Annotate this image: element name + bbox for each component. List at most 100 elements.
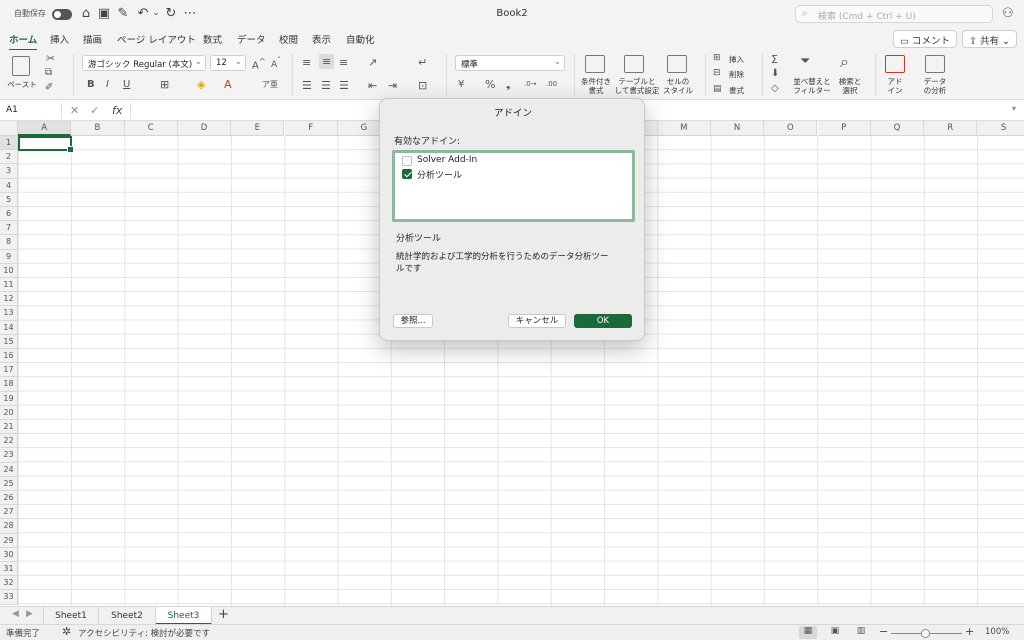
row-header[interactable]: 8 — [0, 235, 18, 250]
zoom-level[interactable]: 100% — [985, 627, 1009, 637]
row-header[interactable]: 26 — [0, 491, 18, 506]
row-header[interactable]: 7 — [0, 221, 18, 236]
page-layout-view-icon[interactable]: ▣ — [826, 626, 844, 639]
row-header[interactable]: 14 — [0, 320, 18, 335]
indent-icon[interactable]: ⇤ — [368, 79, 377, 92]
outdent-icon[interactable]: ⇥ — [388, 79, 397, 92]
search-input[interactable]: ⌕ 検索 (Cmd + Ctrl + U) — [795, 5, 993, 23]
share-button[interactable]: ⇪ 共有 ⌄ — [962, 30, 1017, 48]
column-header[interactable]: R — [924, 121, 978, 136]
row-header[interactable]: 11 — [0, 278, 18, 293]
row-header[interactable]: 12 — [0, 292, 18, 307]
clear-icon[interactable]: ◇ — [771, 83, 779, 94]
row-header[interactable]: 33 — [0, 590, 18, 605]
percent-icon[interactable]: % — [485, 78, 495, 91]
save-icon[interactable]: ▣ — [96, 6, 112, 21]
row-header[interactable]: 29 — [0, 533, 18, 548]
column-header[interactable]: P — [817, 121, 871, 136]
font-size-select[interactable]: 12 ⌄ — [210, 55, 246, 71]
table-format-icon[interactable] — [624, 55, 644, 73]
addins-icon[interactable] — [885, 55, 905, 73]
insert-cells-label[interactable]: 挿入 — [729, 55, 744, 64]
tab-page-layout[interactable]: ページ レイアウト — [117, 32, 196, 46]
autosum-icon[interactable]: Σ — [771, 53, 778, 66]
accessibility-status[interactable]: アクセシビリティ: 検討が必要です — [78, 627, 210, 639]
font-color-icon[interactable]: A — [224, 78, 232, 91]
row-header[interactable]: 27 — [0, 505, 18, 520]
align-left-icon[interactable]: ☰ — [302, 79, 312, 92]
paste-icon[interactable] — [12, 56, 30, 76]
tab-insert[interactable]: 挿入 — [50, 32, 69, 46]
column-header[interactable]: E — [231, 121, 285, 136]
sheet-tab-active[interactable]: Sheet3 — [156, 607, 212, 625]
row-header[interactable]: 10 — [0, 263, 18, 278]
align-middle-icon[interactable]: ≡ — [319, 54, 335, 69]
column-header[interactable]: D — [177, 121, 232, 136]
tab-view[interactable]: 表示 — [312, 32, 331, 46]
page-break-view-icon[interactable]: ▥ — [852, 626, 870, 639]
tab-draw[interactable]: 描画 — [83, 32, 102, 46]
zoom-in-icon[interactable]: + — [965, 625, 974, 638]
home-icon[interactable]: ⌂ — [78, 6, 94, 21]
currency-icon[interactable]: ¥ — [458, 79, 464, 90]
column-header[interactable]: O — [764, 121, 818, 136]
copy-icon[interactable]: ⧉ — [45, 67, 52, 78]
font-name-select[interactable]: 游ゴシック Regular (本文) ⌄ — [82, 55, 206, 71]
merge-icon[interactable]: ⊡ — [418, 79, 427, 92]
cancel-button[interactable]: キャンセル — [508, 314, 566, 328]
row-header[interactable]: 20 — [0, 405, 18, 420]
insert-cells-icon[interactable]: ⊞ — [713, 53, 721, 63]
accessibility-icon[interactable]: ✲ — [62, 625, 71, 638]
prev-sheet-icon[interactable]: ◀ — [12, 609, 19, 619]
format-painter-icon[interactable]: ✐ — [45, 82, 53, 93]
row-header[interactable]: 18 — [0, 377, 18, 392]
addin-checkbox-analysis-toolpak[interactable] — [402, 169, 412, 179]
name-box[interactable]: A1 — [0, 103, 62, 119]
bold-button[interactable]: B — [87, 79, 95, 90]
align-bottom-icon[interactable]: ≡ — [339, 56, 348, 69]
column-header[interactable]: N — [710, 121, 765, 136]
grow-font-icon[interactable]: A^ — [252, 56, 266, 71]
select-all-corner[interactable] — [0, 121, 18, 136]
addins-list[interactable]: Solver Add-In 分析ツール — [392, 150, 635, 222]
column-header[interactable]: A — [18, 121, 72, 136]
column-header[interactable]: C — [124, 121, 178, 136]
format-cells-icon[interactable]: ▤ — [713, 84, 722, 94]
tab-formulas[interactable]: 数式 — [203, 32, 222, 46]
row-header[interactable]: 22 — [0, 434, 18, 449]
row-header[interactable]: 30 — [0, 547, 18, 562]
row-header[interactable]: 5 — [0, 192, 18, 207]
decrease-decimal-icon[interactable]: .00 — [546, 80, 557, 88]
find-icon[interactable]: ⌕ — [840, 52, 849, 72]
row-header[interactable]: 31 — [0, 562, 18, 577]
cancel-icon[interactable]: ✕ — [70, 104, 79, 117]
border-icon[interactable]: ⊞ — [160, 78, 169, 91]
column-header[interactable]: F — [284, 121, 338, 136]
row-header[interactable]: 23 — [0, 448, 18, 463]
zoom-slider-handle[interactable] — [921, 629, 930, 638]
conditional-format-icon[interactable] — [585, 55, 605, 73]
confirm-icon[interactable]: ✓ — [90, 104, 99, 117]
fill-icon[interactable]: ⬇ — [771, 68, 779, 79]
column-header[interactable]: B — [71, 121, 125, 136]
row-header[interactable]: 9 — [0, 249, 18, 264]
row-header[interactable]: 24 — [0, 462, 18, 477]
comma-icon[interactable]: ❟ — [506, 78, 510, 92]
row-header[interactable]: 21 — [0, 420, 18, 435]
row-header[interactable]: 15 — [0, 334, 18, 349]
row-header[interactable]: 2 — [0, 150, 18, 165]
row-header[interactable]: 4 — [0, 178, 18, 193]
wrap-text-icon[interactable]: ↵ — [418, 56, 427, 69]
column-header[interactable]: Q — [870, 121, 925, 136]
zoom-out-icon[interactable]: − — [879, 625, 888, 638]
chevron-down-icon[interactable]: ▾ — [1012, 104, 1016, 113]
cut-icon[interactable]: ✂ — [46, 52, 55, 65]
people-icon[interactable]: ⚇ — [1002, 6, 1014, 21]
comment-button[interactable]: ▭ コメント — [893, 30, 958, 48]
data-analysis-icon[interactable] — [925, 55, 945, 73]
row-header[interactable]: 17 — [0, 363, 18, 378]
addin-checkbox-solver[interactable] — [402, 156, 412, 166]
align-right-icon[interactable]: ☰ — [339, 79, 349, 92]
add-sheet-icon[interactable]: + — [218, 607, 229, 622]
ok-button[interactable]: OK — [574, 314, 632, 328]
